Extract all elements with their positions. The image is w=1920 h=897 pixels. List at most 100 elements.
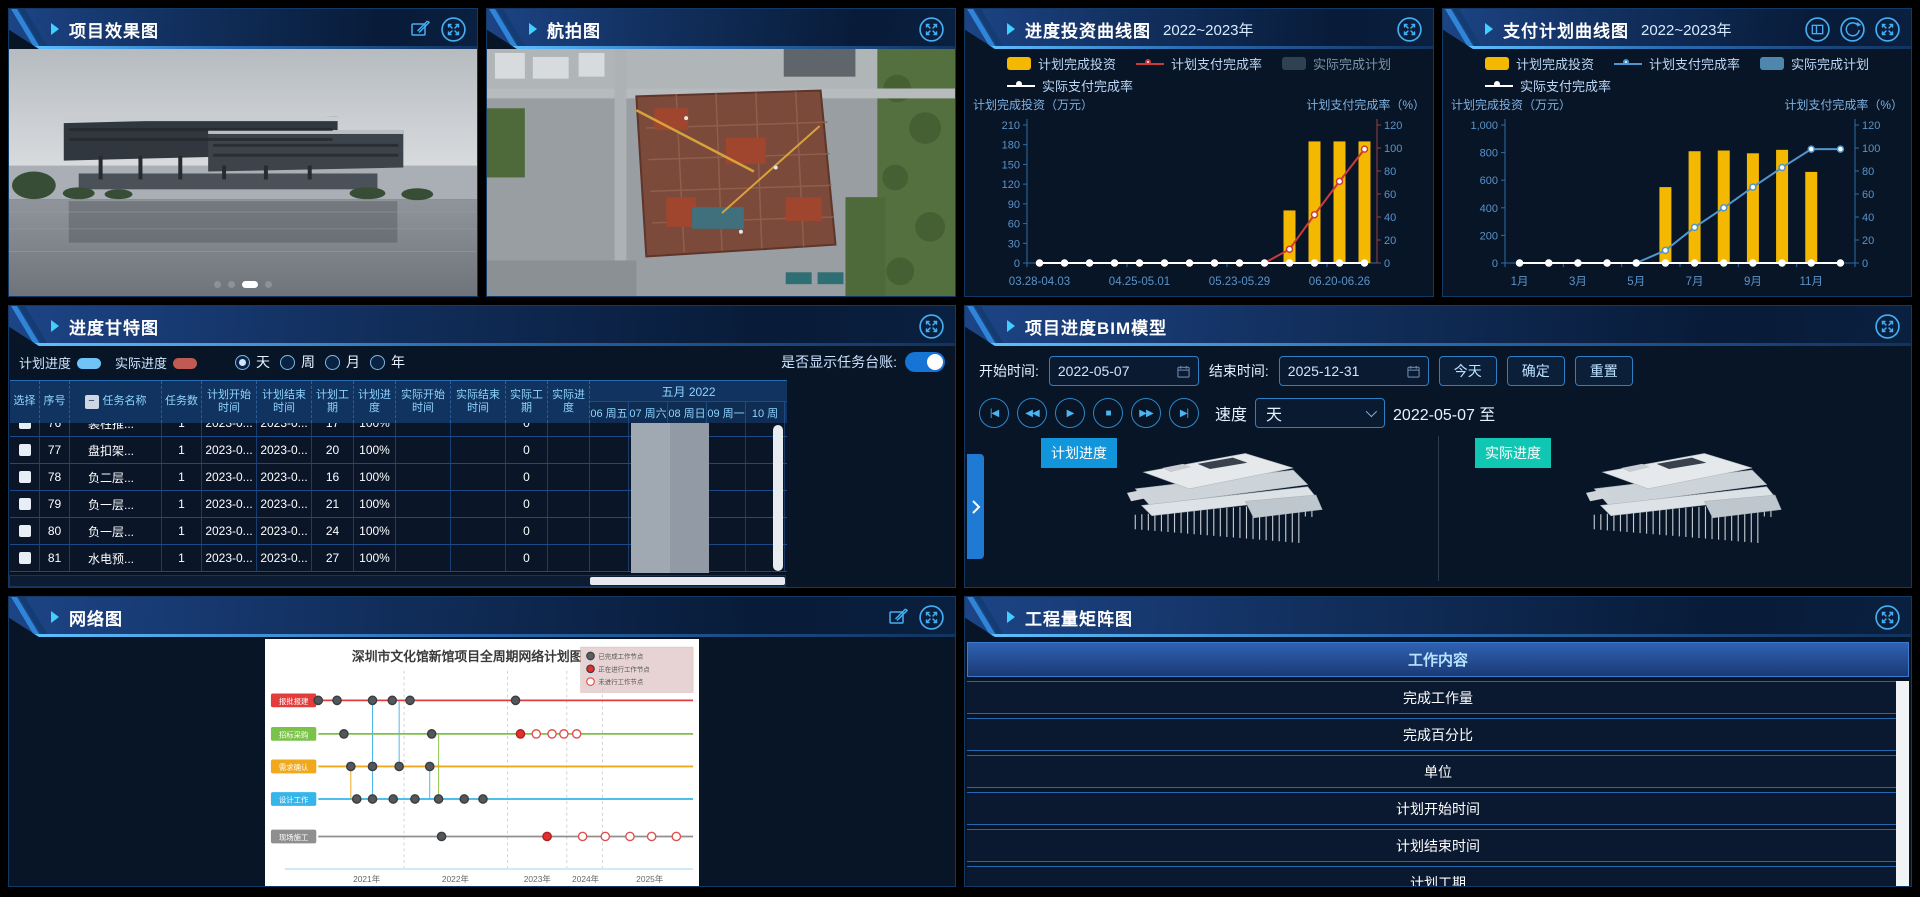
plan-progress-tag[interactable]: 计划进度	[1041, 438, 1117, 468]
svg-text:2024年: 2024年	[572, 874, 599, 884]
title-period: 2022~2023年	[1641, 19, 1732, 40]
play-button[interactable]: ▶	[1055, 398, 1085, 428]
column-header: 计划工期	[312, 381, 354, 423]
expand-icon[interactable]	[918, 16, 945, 43]
expand-icon[interactable]	[1396, 16, 1423, 43]
start-date-label: 开始时间:	[979, 361, 1039, 381]
layout-icon[interactable]	[1804, 16, 1831, 43]
expand-icon[interactable]	[918, 313, 945, 340]
dashboard: 项目效果图	[0, 0, 1920, 897]
skip-end-button[interactable]: ▶|	[1169, 398, 1199, 428]
edit-icon[interactable]	[886, 605, 910, 629]
panel-bim-model: 项目进度BIM模型 开始时间: 2022-05-07 结束时间: 2025-12…	[964, 305, 1912, 588]
expand-icon[interactable]	[1874, 16, 1901, 43]
stop-button[interactable]: ■	[1093, 398, 1123, 428]
bim-model-plan[interactable]	[1084, 441, 1334, 576]
legend-label: 实际完成计划	[1313, 54, 1391, 73]
svg-text:20: 20	[1384, 235, 1396, 247]
end-date-input[interactable]: 2025-12-31	[1279, 356, 1429, 386]
speed-select[interactable]: 天	[1255, 398, 1385, 428]
drawer-handle[interactable]	[967, 454, 984, 559]
start-date-input[interactable]: 2022-05-07	[1049, 356, 1199, 386]
payment-plan-chart: 计划完成投资（万元）计划支付完成率（%）02004006008001,00002…	[1443, 95, 1911, 297]
confirm-button[interactable]: 确定	[1507, 356, 1565, 386]
table-row[interactable]: 79负一层...12023-0...2023-0...21100%0	[10, 491, 787, 518]
legend-item[interactable]: 计划支付完成率	[1614, 54, 1740, 73]
legend-item[interactable]: 实际支付完成率	[1007, 76, 1133, 95]
table-row[interactable]: 78负二层...12023-0...2023-0...16100%0	[10, 464, 787, 491]
column-header: 计划结束时间	[257, 381, 312, 423]
rewind-button[interactable]: ◀◀	[1017, 398, 1047, 428]
title-arrow-icon	[1007, 320, 1015, 332]
carousel-dot[interactable]	[228, 281, 235, 288]
expand-icon[interactable]	[1874, 313, 1901, 340]
row-checkbox[interactable]	[19, 498, 31, 510]
table-cell: 1	[162, 423, 202, 436]
carousel-dot-active[interactable]	[242, 281, 258, 288]
radio-label: 年	[391, 352, 405, 372]
table-cell: 20	[312, 437, 354, 463]
table-cell: 77	[40, 437, 70, 463]
table-row[interactable]: 81水电预...12023-0...2023-0...27100%0	[10, 545, 787, 572]
legend-item[interactable]: 计划完成投资	[1007, 54, 1116, 73]
fast-forward-button[interactable]: ▶▶	[1131, 398, 1161, 428]
scale-radio-年[interactable]: 年	[370, 352, 405, 372]
expand-icon[interactable]	[918, 604, 945, 631]
reset-button[interactable]: 重置	[1575, 356, 1633, 386]
carousel-dot[interactable]	[265, 281, 272, 288]
panel-header: 项目进度BIM模型	[965, 306, 1911, 346]
plan-progress-viewport[interactable]: 计划进度	[979, 436, 1438, 581]
column-header-label: 序号	[44, 395, 66, 408]
row-checkbox[interactable]	[19, 552, 31, 564]
scale-radio-天[interactable]: 天	[235, 352, 270, 372]
ledger-toggle-label: 是否显示任务台账:	[781, 352, 897, 372]
scale-radio-周[interactable]: 周	[280, 352, 315, 372]
scale-radio-月[interactable]: 月	[325, 352, 360, 372]
svg-text:深圳市文化馆新馆项目全周期网络计划图: 深圳市文化馆新馆项目全周期网络计划图	[352, 649, 583, 664]
table-row[interactable]: 76装柱推...12023-0...2023-0...17100%0	[10, 423, 787, 437]
skip-start-button[interactable]: |◀	[979, 398, 1009, 428]
actual-progress-tag[interactable]: 实际进度	[1475, 438, 1551, 468]
bim-model-actual[interactable]	[1543, 441, 1793, 576]
ledger-toggle[interactable]	[905, 352, 945, 372]
actual-progress-viewport[interactable]: 实际进度	[1438, 436, 1897, 581]
column-header: 计划进度	[354, 381, 396, 423]
bim-viewports: 计划进度 实际进度	[979, 436, 1897, 581]
playback-controls: |◀ ◀◀ ▶ ■ ▶▶ ▶|	[979, 398, 1199, 428]
matrix-scrollbar[interactable]	[1896, 681, 1909, 887]
legend-item[interactable]: 计划支付完成率	[1136, 54, 1262, 73]
refresh-icon[interactable]	[1839, 16, 1866, 43]
expand-icon[interactable]	[440, 16, 467, 43]
edit-icon[interactable]	[408, 17, 432, 41]
row-checkbox[interactable]	[19, 471, 31, 483]
today-button[interactable]: 今天	[1439, 356, 1497, 386]
legend-item[interactable]: 实际完成计划	[1760, 54, 1869, 73]
carousel-dot[interactable]	[214, 281, 221, 288]
aerial-photo	[487, 49, 955, 296]
legend-item[interactable]: 实际支付完成率	[1485, 76, 1611, 95]
table-row[interactable]: 77盘扣架...12023-0...2023-0...20100%0	[10, 437, 787, 464]
legend-item[interactable]: 计划完成投资	[1485, 54, 1594, 73]
scrollbar-thumb[interactable]	[590, 577, 785, 585]
legend-item[interactable]: 实际完成计划	[1282, 54, 1391, 73]
gantt-vertical-scrollbar[interactable]	[773, 425, 783, 571]
expand-icon[interactable]	[1874, 604, 1901, 631]
column-header: 实际结束时间	[451, 381, 506, 423]
header-notch-decor	[9, 306, 47, 346]
checkbox-cell	[10, 464, 40, 490]
project-rendering-photo	[9, 49, 477, 296]
row-checkbox[interactable]	[19, 444, 31, 456]
svg-text:80: 80	[1384, 166, 1396, 178]
title-arrow-icon	[1007, 23, 1015, 35]
legend-label: 实际支付完成率	[1520, 76, 1611, 95]
svg-text:计划支付完成率（%）: 计划支付完成率（%）	[1306, 97, 1425, 112]
row-checkbox[interactable]	[19, 525, 31, 537]
gantt-horizontal-scrollbar[interactable]	[9, 575, 786, 587]
table-cell	[451, 545, 506, 571]
svg-text:60: 60	[1384, 189, 1396, 201]
table-row[interactable]: 80负一层...12023-0...2023-0...24100%0	[10, 518, 787, 545]
collapse-all-button[interactable]: −	[85, 395, 99, 409]
radio-label: 周	[301, 352, 315, 372]
row-checkbox[interactable]	[19, 423, 31, 429]
bim-body: 开始时间: 2022-05-07 结束时间: 2025-12-31 今天 确定 …	[965, 346, 1911, 587]
